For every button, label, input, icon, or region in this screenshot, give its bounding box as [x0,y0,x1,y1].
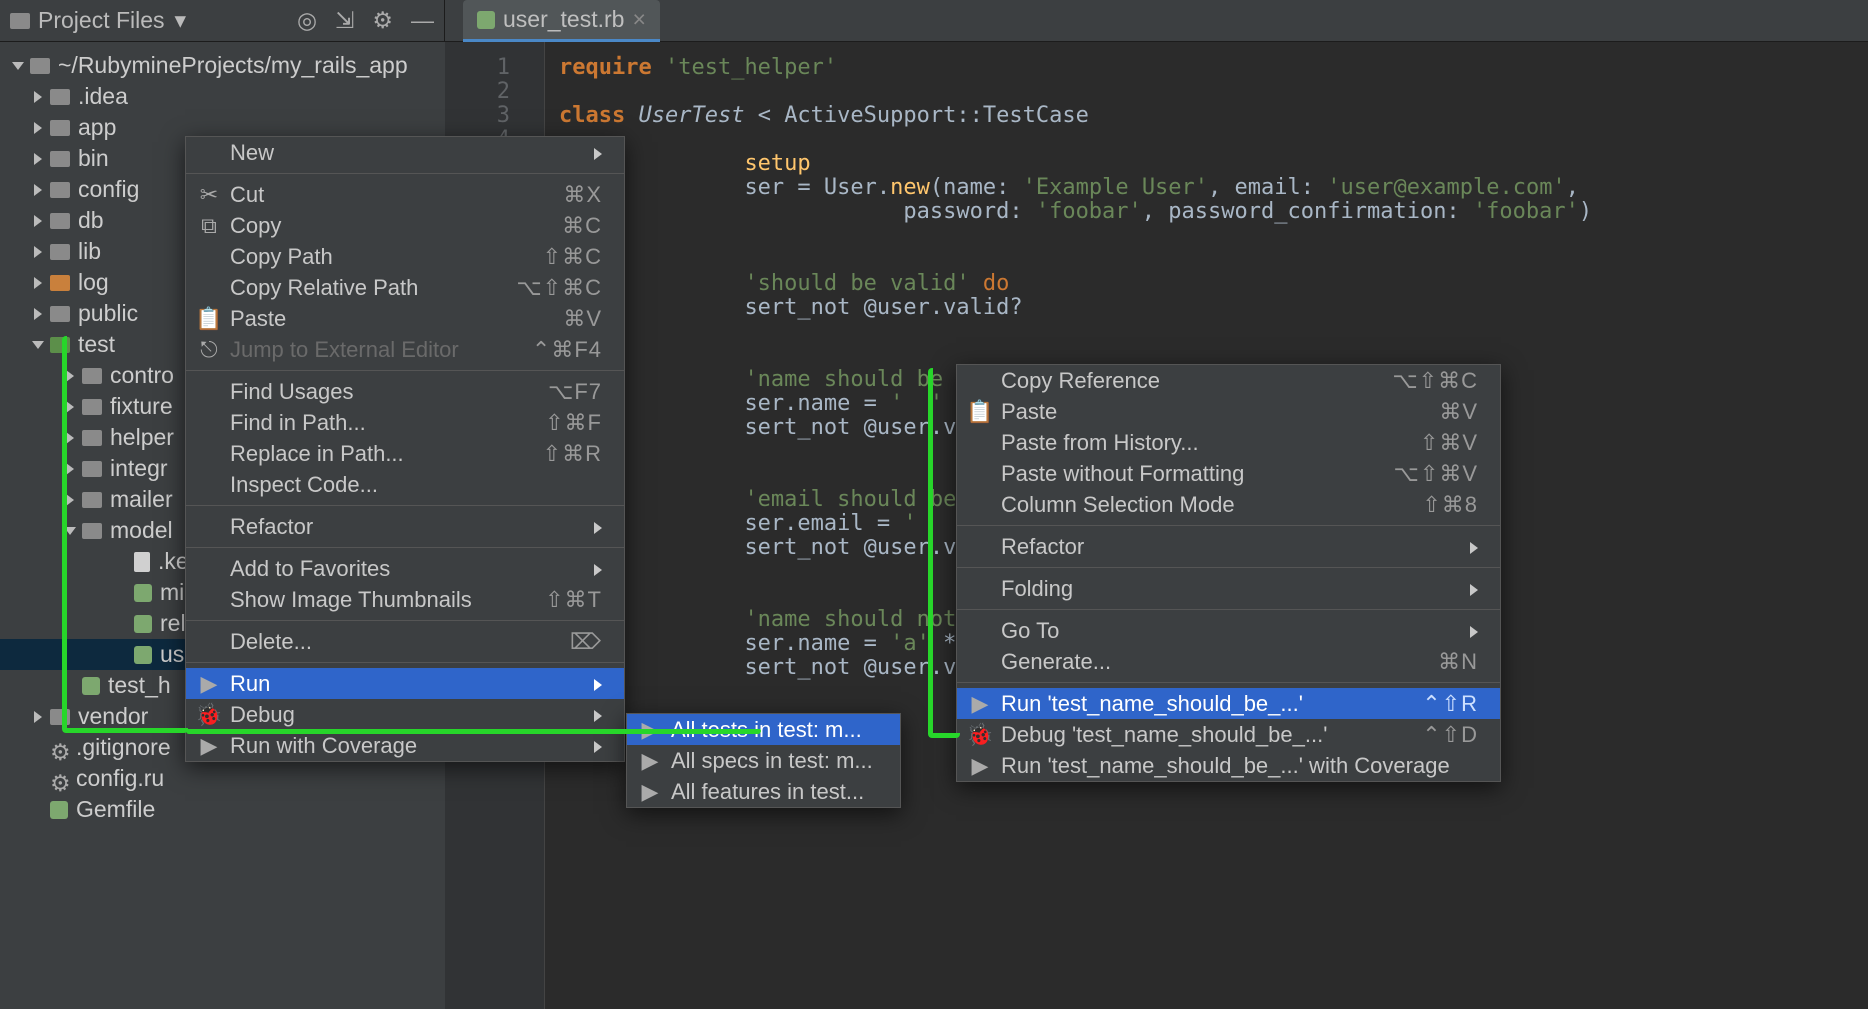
tree-item-models[interactable]: model [110,517,173,544]
menu-show-thumbnails[interactable]: Show Image Thumbnails⇧⌘T [186,584,624,615]
menu2-generate[interactable]: Generate...⌘N [957,646,1500,677]
tree-item[interactable]: .gitignore [76,734,171,761]
close-icon[interactable]: × [632,6,645,33]
menu-copy-rel-path[interactable]: Copy Relative Path⌥⇧⌘C [186,272,624,303]
menu-run-coverage[interactable]: ▶Run with Coverage [186,730,624,761]
menu2-column-select[interactable]: Column Selection Mode⇧⌘8 [957,489,1500,520]
tree-item[interactable]: integr [110,455,168,482]
tree-item[interactable]: config.ru [76,765,164,792]
editor-context-menu: Copy Reference⌥⇧⌘C 📋Paste⌘V Paste from H… [956,364,1501,782]
menu2-refactor[interactable]: Refactor [957,531,1500,562]
tree-root[interactable]: ~/RubymineProjects/my_rails_app [58,52,408,79]
tree-item[interactable]: .idea [78,83,128,110]
tree-item-test[interactable]: test [78,331,115,358]
chevron-down-icon[interactable]: ▾ [175,7,187,34]
menu2-paste-plain[interactable]: Paste without Formatting⌥⇧⌘V [957,458,1500,489]
tree-item[interactable]: app [78,114,116,141]
menu-replace-in-path[interactable]: Replace in Path...⇧⌘R [186,438,624,469]
submenu-all-tests[interactable]: ▶All tests in test: m... [627,714,900,745]
collapse-icon[interactable]: ⇲ [335,7,354,34]
tree-item[interactable]: bin [78,145,109,172]
menu2-run-test[interactable]: ▶Run 'test_name_should_be_...'⌃⇧R [957,688,1500,719]
menu-debug[interactable]: 🐞Debug [186,699,624,730]
menu2-paste-history[interactable]: Paste from History...⇧⌘V [957,427,1500,458]
minimize-icon[interactable]: — [411,7,434,34]
project-panel-title: Project Files [38,7,165,34]
run-submenu: ▶All tests in test: m... ▶All specs in t… [626,713,901,808]
tree-item[interactable]: fixture [110,393,173,420]
tree-item[interactable]: Gemfile [76,796,155,823]
menu2-folding[interactable]: Folding [957,573,1500,604]
menu-refactor[interactable]: Refactor [186,511,624,542]
menu-cut[interactable]: ✂Cut⌘X [186,179,624,210]
tree-context-menu: New ✂Cut⌘X ⧉Copy⌘C Copy Path⇧⌘C Copy Rel… [185,136,625,762]
menu-run[interactable]: ▶Run [186,668,624,699]
tree-item[interactable]: db [78,207,104,234]
folder-icon [10,13,30,29]
menu2-paste[interactable]: 📋Paste⌘V [957,396,1500,427]
menu-paste[interactable]: 📋Paste⌘V [186,303,624,334]
menu-copy[interactable]: ⧉Copy⌘C [186,210,624,241]
menu2-run-coverage[interactable]: ▶Run 'test_name_should_be_...' with Cove… [957,750,1500,781]
menu-find-usages[interactable]: Find Usages⌥F7 [186,376,624,407]
project-panel-header: Project Files ▾ ◎ ⇲ ⚙ — [0,0,445,41]
menu2-goto[interactable]: Go To [957,615,1500,646]
submenu-all-features[interactable]: ▶All features in test... [627,776,900,807]
tree-item[interactable]: config [78,176,139,203]
tree-item[interactable]: helper [110,424,174,451]
tree-item[interactable]: lib [78,238,101,265]
menu-jump-external: ⎋Jump to External Editor⌃⌘F4 [186,334,624,365]
tab-label: user_test.rb [503,6,624,33]
ruby-file-icon [477,11,495,29]
tree-item[interactable]: mailer [110,486,173,513]
tree-item[interactable]: test_h [108,672,171,699]
editor-tabs: user_test.rb × [445,0,660,42]
tree-item[interactable]: contro [110,362,174,389]
menu-find-in-path[interactable]: Find in Path...⇧⌘F [186,407,624,438]
menu-new[interactable]: New [186,137,624,168]
tree-item[interactable]: public [78,300,138,327]
tab-user-test[interactable]: user_test.rb × [463,0,660,42]
menu-copy-path[interactable]: Copy Path⇧⌘C [186,241,624,272]
tree-item[interactable]: mi [160,579,184,606]
submenu-all-specs[interactable]: ▶All specs in test: m... [627,745,900,776]
tree-item[interactable]: rel [160,610,186,637]
menu2-copy-ref[interactable]: Copy Reference⌥⇧⌘C [957,365,1500,396]
tree-item[interactable]: vendor [78,703,148,730]
menu-inspect-code[interactable]: Inspect Code... [186,469,624,500]
target-icon[interactable]: ◎ [297,7,317,34]
gear-icon[interactable]: ⚙ [372,7,393,34]
tree-item[interactable]: log [78,269,109,296]
menu2-debug-test[interactable]: 🐞Debug 'test_name_should_be_...'⌃⇧D [957,719,1500,750]
menu-delete[interactable]: Delete...⌦ [186,626,624,657]
menu-add-favorites[interactable]: Add to Favorites [186,553,624,584]
